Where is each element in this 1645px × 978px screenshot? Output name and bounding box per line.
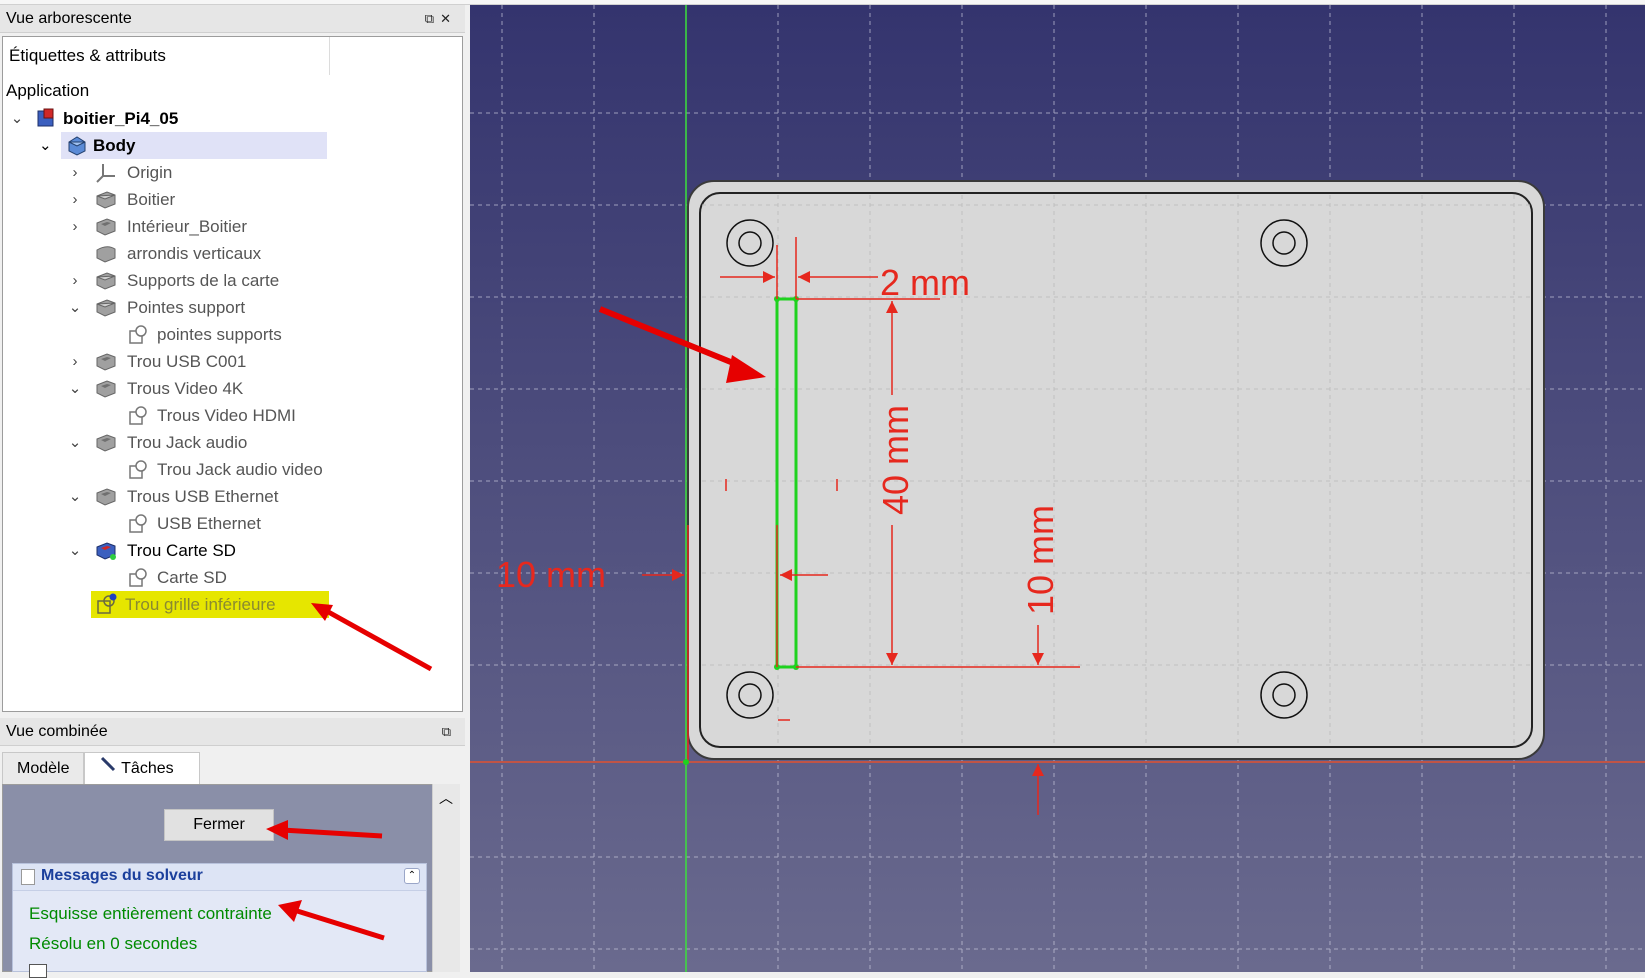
tree-item-document[interactable]: ⌄ boitier_Pi4_05 xyxy=(3,105,333,132)
origin-icon xyxy=(95,161,117,183)
fillet-icon xyxy=(95,242,117,264)
pad-icon xyxy=(95,296,117,318)
chevron-right-icon[interactable]: › xyxy=(67,348,83,375)
tree-view: Étiquettes & attributs Application ⌄ boi… xyxy=(2,36,463,712)
pen-icon xyxy=(99,753,117,785)
chevron-right-icon[interactable]: › xyxy=(67,186,83,213)
sketch-icon xyxy=(127,566,149,588)
annotation-arrow xyxy=(266,820,383,840)
tab-label: Modèle xyxy=(17,760,70,777)
tab-taches[interactable]: Tâches xyxy=(84,752,200,784)
3d-viewport[interactable]: 2 mm 40 mm 10 mm 10 mm xyxy=(470,5,1645,972)
tree-item-label: Trous USB Ethernet xyxy=(127,487,279,506)
tree-view-title: Vue arborescente xyxy=(6,10,132,27)
application-label: Application xyxy=(6,81,90,100)
tree-item-label: arrondis verticaux xyxy=(127,244,262,263)
tree-item-label: Boitier xyxy=(127,190,176,209)
pocket-icon xyxy=(95,377,117,399)
tree-item-label: Pointes support xyxy=(127,298,246,317)
pocket-icon xyxy=(95,485,117,507)
tab-modele[interactable]: Modèle xyxy=(2,752,84,784)
tree-item-label: Origin xyxy=(127,163,173,182)
scroll-up-icon[interactable]: ︿ xyxy=(439,788,453,808)
solver-header[interactable]: Messages du solveur ⌃ xyxy=(13,864,426,891)
tree-item-body[interactable]: Body xyxy=(61,132,327,159)
pad-icon xyxy=(95,188,117,210)
tree-item-label: Carte SD xyxy=(157,568,227,587)
chevron-down-icon[interactable]: ⌄ xyxy=(39,132,52,159)
chevron-right-icon[interactable]: › xyxy=(67,213,83,240)
dimension-10mm-left-label[interactable]: 10 mm xyxy=(496,554,606,595)
dimension-40mm-label[interactable]: 40 mm xyxy=(875,405,916,515)
tree-view-titlebar: Vue arborescente ⧉✕ xyxy=(0,5,465,33)
tree-column-header[interactable]: Étiquettes & attributs xyxy=(3,37,330,75)
solver-time: Résolu en 0 secondes xyxy=(29,934,198,953)
sketch-icon xyxy=(127,458,149,480)
collapse-icon[interactable]: ⌃ xyxy=(404,868,420,884)
combo-view-title: Vue combinée xyxy=(6,723,108,740)
chevron-down-icon[interactable]: ⌄ xyxy=(9,105,25,132)
tree-item-label: Trou Jack audio xyxy=(127,433,248,452)
tree-item-label: Trou Carte SD xyxy=(127,541,236,560)
tree-item-label: USB Ethernet xyxy=(157,514,261,533)
tree-item-label: Trou grille inférieure xyxy=(125,595,276,614)
annotation-arrow xyxy=(311,603,433,672)
chevron-down-icon[interactable]: ⌄ xyxy=(67,429,83,456)
pocket-icon xyxy=(95,350,117,372)
dimension-10mm-bottom-label[interactable]: 10 mm xyxy=(1020,505,1061,615)
checkbox[interactable] xyxy=(29,964,47,978)
sketch-icon xyxy=(127,512,149,534)
dimension-2mm-label[interactable]: 2 mm xyxy=(880,262,970,303)
close-icon[interactable]: ✕ xyxy=(440,11,457,26)
tree-item-label: Body xyxy=(93,136,136,155)
chevron-down-icon[interactable]: ⌄ xyxy=(67,537,83,564)
enclosure-outline xyxy=(687,180,1545,760)
float-icon[interactable]: ⧉ xyxy=(442,724,457,739)
tab-label: Tâches xyxy=(121,760,174,777)
solver-status: Esquisse entièrement contrainte xyxy=(29,904,272,923)
float-icon[interactable]: ⧉ xyxy=(425,11,440,26)
document-icon xyxy=(35,107,57,129)
chevron-right-icon[interactable]: › xyxy=(67,159,83,186)
tree-item-label: Trous Video 4K xyxy=(127,379,244,398)
annotation-arrow xyxy=(278,900,385,941)
chevron-down-icon[interactable]: ⌄ xyxy=(67,294,83,321)
tree-item-label: Intérieur_Boitier xyxy=(127,217,248,236)
left-panel: Vue arborescente ⧉✕ Étiquettes & attribu… xyxy=(0,0,470,978)
tree-item-label: Trou Jack audio video xyxy=(157,460,323,479)
body-icon xyxy=(65,134,87,156)
task-scrollbar[interactable]: ︿ xyxy=(432,784,460,972)
solver-title: Messages du solveur xyxy=(41,867,203,884)
pocket-icon xyxy=(95,431,117,453)
pocket-active-icon xyxy=(95,539,117,561)
chevron-down-icon[interactable]: ⌄ xyxy=(67,483,83,510)
sketch-icon xyxy=(127,323,149,345)
chevron-right-icon[interactable]: › xyxy=(67,267,83,294)
combo-view-titlebar: Vue combinée ⧉ xyxy=(0,718,465,746)
pad-icon xyxy=(95,269,117,291)
tree-item-label: Supports de la carte xyxy=(127,271,280,290)
document-icon xyxy=(21,869,35,885)
sketch-editing-icon xyxy=(95,593,117,615)
chevron-down-icon[interactable]: ⌄ xyxy=(67,375,83,402)
sketch-icon xyxy=(127,404,149,426)
tree-item-label: boitier_Pi4_05 xyxy=(63,109,179,128)
tree-item-trou-grille[interactable]: Trou grille inférieure xyxy=(91,591,329,618)
close-button[interactable]: Fermer xyxy=(164,809,274,841)
pocket-icon xyxy=(95,215,117,237)
tree-item-label: pointes supports xyxy=(157,325,282,344)
tree-item-label: Trou USB C001 xyxy=(127,352,247,371)
tree-item-label: Trous Video HDMI xyxy=(157,406,296,425)
